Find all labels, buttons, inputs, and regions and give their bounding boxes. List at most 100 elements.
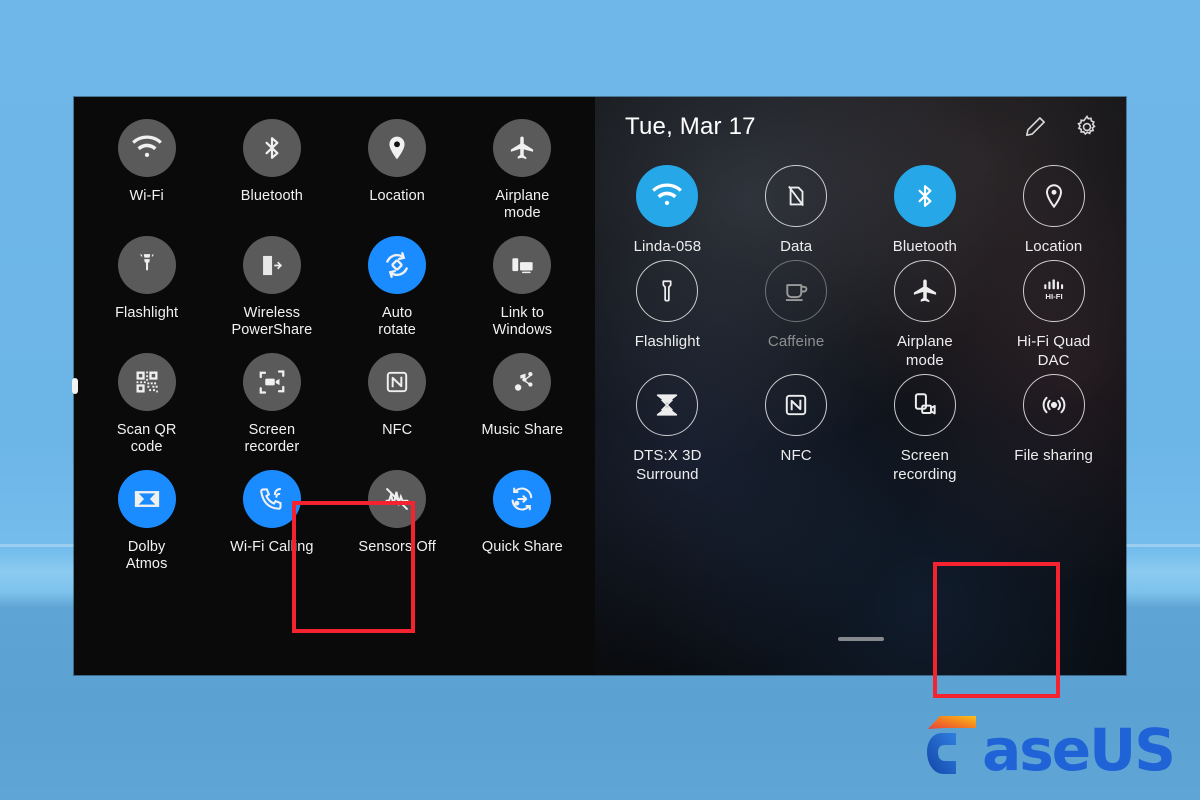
quick-tile-data[interactable]: Data	[732, 165, 861, 256]
quick-tile-airplane-mode[interactable]: Airplane mode	[861, 260, 990, 370]
bluetooth-icon	[242, 119, 301, 177]
gear-icon[interactable]	[1074, 114, 1100, 140]
quick-tile-file-sharing[interactable]: File sharing	[989, 374, 1118, 484]
screenshot-pair: Wi-Fi Bluetooth Location Airplane mode Flash…	[72, 97, 1126, 698]
auto-rotate-icon	[368, 236, 427, 294]
quick-tile-label: Bluetooth	[240, 188, 303, 204]
quick-tile-label: Link to Windows	[492, 305, 553, 338]
wireless-powershare-icon	[242, 236, 301, 294]
quick-tile-dts-x-3d-surround[interactable]: DTS:X 3D Surround	[603, 374, 732, 484]
mobile-data-off-icon	[765, 165, 828, 227]
quick-tile-label: NFC	[780, 447, 812, 464]
quick-tile-label: Wi-Fi Calling	[230, 539, 314, 555]
quick-tile-label: Flashlight	[115, 305, 179, 321]
quick-tile-label: Scan QR code	[116, 422, 177, 455]
bluetooth-icon	[893, 165, 956, 227]
quick-tile-label: Hi-Fi Quad DAC	[1016, 333, 1091, 369]
quick-tile-screen-recorder[interactable]: Screen recorder	[209, 353, 334, 456]
dtsx-icon	[636, 374, 699, 436]
wifi-calling-icon	[242, 470, 301, 528]
quick-tile-label: DTS:X 3D Surround	[633, 447, 702, 483]
quick-tile-label: Quick Share	[481, 539, 563, 555]
quick-tile-hi-fi-quad-dac[interactable]: HI-FI Hi-Fi Quad DAC	[989, 260, 1118, 370]
quick-settings-header: Tue, Mar 17	[603, 97, 1118, 157]
quick-tile-location[interactable]: Location	[989, 165, 1118, 256]
location-pin-icon	[1022, 165, 1085, 227]
screen-recorder-icon	[242, 353, 301, 411]
wifi-icon	[117, 119, 176, 177]
quick-tile-label: Auto rotate	[378, 305, 416, 338]
home-indicator[interactable]	[837, 637, 884, 641]
airplane-icon	[893, 260, 956, 322]
airplane-icon	[493, 119, 552, 177]
quick-tile-flashlight[interactable]: Flashlight	[84, 236, 209, 339]
location-pin-icon	[368, 119, 427, 177]
wifi-icon	[636, 165, 699, 227]
quick-tile-linda-058[interactable]: Linda-058	[603, 165, 732, 256]
quick-tile-label: Airplane mode	[495, 188, 550, 221]
quick-tile-dolby-atmos[interactable]: Dolby Atmos	[84, 470, 209, 573]
screen-recording-icon	[893, 374, 956, 436]
nfc-icon	[765, 374, 828, 436]
date-label: Tue, Mar 17	[625, 113, 756, 140]
quick-tile-label: Sensors Off	[358, 539, 436, 555]
dolby-atmos-icon	[117, 470, 176, 528]
quick-tile-label: NFC	[382, 422, 413, 438]
quick-tile-label: Location	[369, 188, 425, 204]
quick-tile-label: Data	[780, 238, 813, 255]
quick-settings-grid-left: Wi-Fi Bluetooth Location Airplane mode Flash…	[84, 119, 585, 573]
easeus-logo-mark	[926, 712, 980, 778]
file-sharing-icon	[1022, 374, 1085, 436]
quick-tile-label: Dolby Atmos	[125, 539, 168, 572]
qr-code-icon	[117, 353, 176, 411]
header-actions	[1022, 114, 1100, 140]
lg-quick-settings-panel: Tue, Mar 17 Linda-058 Data Bluetooth Locati…	[595, 97, 1126, 675]
quick-tile-label: Wireless PowerShare	[231, 305, 313, 338]
quick-tile-screen-recording[interactable]: Screen recording	[861, 374, 990, 484]
coffee-cup-icon	[765, 260, 828, 322]
quick-tile-bluetooth[interactable]: Bluetooth	[861, 165, 990, 256]
quick-tile-label: Music Share	[481, 422, 564, 438]
quick-tile-label: Wi-Fi	[129, 188, 164, 204]
easeus-logo-text: aseUS	[982, 716, 1176, 784]
edit-pencil-icon[interactable]	[1022, 114, 1048, 140]
quick-tile-link-to-windows[interactable]: Link to Windows	[460, 236, 585, 339]
quick-tile-auto-rotate[interactable]: Auto rotate	[335, 236, 460, 339]
easeus-watermark: aseUS	[926, 712, 1176, 784]
flashlight-icon	[117, 236, 176, 294]
quick-tile-label: Location	[1024, 238, 1083, 255]
quick-tile-caffeine[interactable]: Caffeine	[732, 260, 861, 370]
quick-tile-sensors-off[interactable]: Sensors Off	[335, 470, 460, 573]
quick-tile-label: Linda-058	[633, 238, 702, 255]
panel-scroll-indicator[interactable]	[72, 378, 78, 394]
quick-tile-wi-fi[interactable]: Wi-Fi	[84, 119, 209, 222]
quick-tile-label: Caffeine	[767, 333, 825, 350]
quick-tile-wi-fi-calling[interactable]: Wi-Fi Calling	[209, 470, 334, 573]
quick-tile-label: Bluetooth	[892, 238, 958, 255]
svg-text:HI-FI: HI-FI	[1045, 292, 1062, 301]
hifi-quad-dac-icon: HI-FI	[1022, 260, 1085, 322]
quick-tile-scan-qr-code[interactable]: Scan QR code	[84, 353, 209, 456]
quick-tile-location[interactable]: Location	[335, 119, 460, 222]
quick-tile-label: Flashlight	[634, 333, 700, 350]
quick-settings-grid-right: Linda-058 Data Bluetooth Location Flashlight…	[603, 157, 1118, 484]
sensors-off-icon	[368, 470, 427, 528]
quick-tile-nfc[interactable]: NFC	[335, 353, 460, 456]
quick-tile-quick-share[interactable]: Quick Share	[460, 470, 585, 573]
quick-share-icon	[493, 470, 552, 528]
quick-tile-label: Screen recorder	[244, 422, 300, 455]
quick-tile-flashlight[interactable]: Flashlight	[603, 260, 732, 370]
quick-tile-nfc[interactable]: NFC	[732, 374, 861, 484]
quick-tile-bluetooth[interactable]: Bluetooth	[209, 119, 334, 222]
quick-tile-label: Airplane mode	[896, 333, 953, 369]
music-share-icon	[493, 353, 552, 411]
nfc-icon	[368, 353, 427, 411]
quick-tile-label: Screen recording	[893, 447, 957, 483]
quick-tile-wireless-powershare[interactable]: Wireless PowerShare	[209, 236, 334, 339]
quick-tile-music-share[interactable]: Music Share	[460, 353, 585, 456]
quick-tile-label: File sharing	[1014, 447, 1093, 464]
flashlight-icon	[636, 260, 699, 322]
link-to-windows-icon	[493, 236, 552, 294]
samsung-quick-settings-panel: Wi-Fi Bluetooth Location Airplane mode Flash…	[72, 97, 595, 675]
quick-tile-airplane-mode[interactable]: Airplane mode	[460, 119, 585, 222]
